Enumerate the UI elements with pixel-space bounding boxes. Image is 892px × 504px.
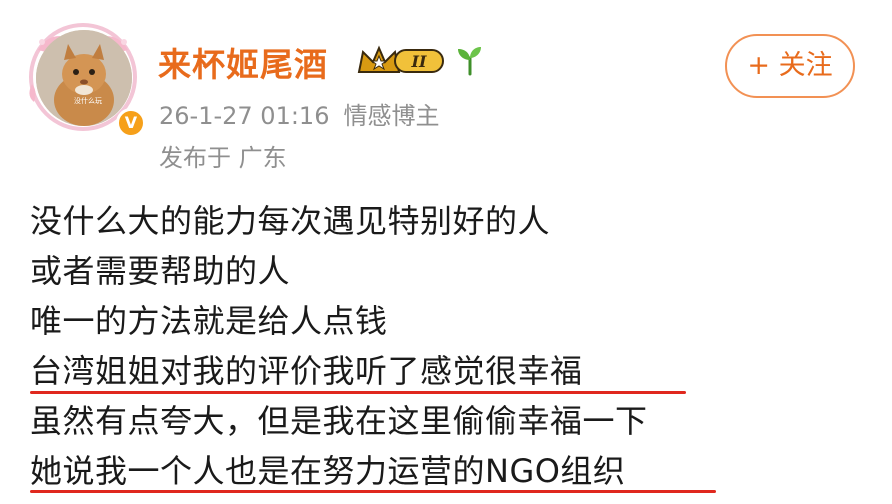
post-location: 发布于 广东 — [159, 144, 287, 172]
post-line-underlined: 她说我一个人也是在努力运营的NGO组织 — [30, 452, 626, 490]
avatar-caption: 没什么玩 — [74, 97, 102, 105]
post-line: 没什么大的能力每次遇见特别好的人 — [30, 202, 551, 240]
author-category: 情感博主 — [343, 102, 440, 130]
follow-button[interactable]: + 关注 — [725, 34, 855, 98]
level-badge-text: II — [411, 52, 427, 71]
author-name[interactable]: 来杯姬尾酒 — [158, 38, 328, 86]
post-line: 虽然有点夸大，但是我在这里偷偷幸福一下 — [30, 402, 648, 440]
post-line: 唯一的方法就是给人点钱 — [30, 302, 388, 340]
red-underline-mark — [30, 391, 686, 394]
post-timestamp: 26-1-27 01:16 — [159, 102, 330, 130]
post-meta: 26-1-27 01:16 情感博主 — [159, 96, 439, 131]
crown-level-badge-icon[interactable]: II — [355, 42, 447, 78]
sprout-icon[interactable] — [455, 44, 485, 76]
avatar-frame[interactable]: 没什么玩 V — [28, 22, 146, 138]
verified-v-icon: V — [116, 108, 146, 138]
post-line-underlined: 台湾姐姐对我的评价我听了感觉很幸福 — [30, 352, 583, 390]
red-underline-mark — [30, 490, 716, 493]
post-line: 或者需要帮助的人 — [30, 252, 291, 290]
post-text: 没什么大的能力每次遇见特别好的人 或者需要帮助的人 唯一的方法就是给人点钱 台湾… — [30, 196, 870, 496]
weibo-post-card: 没什么玩 V 来杯姬尾酒 II 26-1-27 01:16 情感博主 发布于 广东… — [0, 0, 892, 504]
avatar[interactable]: 没什么玩 — [36, 30, 132, 126]
cat-photo-icon — [36, 30, 132, 126]
